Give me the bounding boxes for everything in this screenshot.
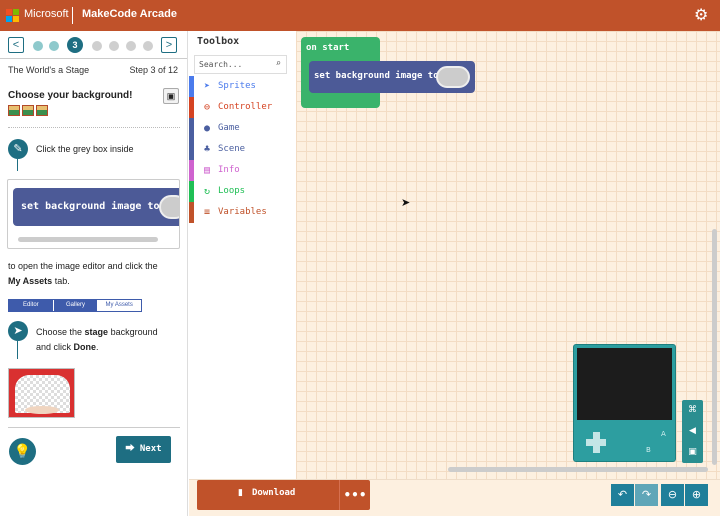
zoom-out-icon[interactable]: ⊖ [661,484,684,506]
workspace-horizontal-scrollbar[interactable] [448,467,708,472]
my-assets-tab: My Assets [97,300,142,311]
editor-tab: Editor [9,300,53,311]
image-picker-field[interactable] [436,66,470,88]
category-sprites[interactable]: ➤ Sprites [189,76,296,97]
image-icon [36,105,48,116]
instruction-text: to open the image editor and click the [8,261,158,271]
divider [0,58,187,59]
category-scene[interactable]: ♣ Scene [189,139,296,160]
card-scrollbar[interactable] [18,237,158,242]
stage-background-thumbnail [8,368,75,418]
language-icon[interactable]: ▣ [163,88,179,104]
lightbulb-icon[interactable]: 💡 [9,438,36,465]
paintbrush-icon: ✎ [8,139,28,159]
category-game[interactable]: ● Game [189,118,296,139]
dpad-icon[interactable] [593,432,600,453]
category-controller[interactable]: ⊖ Controller [189,97,296,118]
mute-icon[interactable]: ◀ [682,421,703,442]
image-placeholder-oval [159,195,179,219]
screenshot-icon[interactable]: ▣ [682,442,703,463]
simulator-toolbar: ⌘ ◀ ▣ [682,400,703,463]
tutorial-name: The World's a Stage [8,65,90,75]
game-simulator[interactable]: A B [573,344,676,462]
circle-icon: ● [203,123,211,134]
more-options-button[interactable]: ••• [339,480,370,510]
step-connector [17,341,18,359]
code-snippet-card: set background image to [7,179,180,249]
fullscreen-icon[interactable]: ⌘ [682,400,703,421]
instruction-text: My Assets tab. [8,276,70,286]
top-bar: Microsoft MakeCode Arcade ⚙ [0,0,720,31]
instruction-text: and click Done. [36,342,99,352]
next-step-nav-button[interactable]: > [161,37,177,53]
list-icon: ≡ [203,207,211,218]
set-background-label: set background image to [314,71,439,81]
tutorial-panel: < 3 > The World's a Stage Step 3 of 12 C… [0,31,188,516]
undo-icon[interactable]: ↶ [611,484,634,506]
toolbox: Toolbox Search... ⌕ ➤ Sprites ⊖ Controll… [189,31,296,479]
header-divider [72,7,73,24]
gear-icon[interactable]: ⚙ [694,6,708,24]
divider [8,127,180,128]
next-button[interactable]: ⮕ Next [116,436,171,463]
simulator-screen[interactable] [577,348,672,420]
image-icon [8,105,20,116]
category-variables[interactable]: ≡ Variables [189,202,296,223]
toolbox-title: Toolbox [197,36,240,47]
microsoft-logo-icon [6,9,19,22]
file-download-icon: ▮ [238,488,243,498]
gallery-tab: Gallery [52,300,98,311]
image-icons [8,105,48,116]
toolbox-search-input[interactable]: Search... ⌕ [194,55,287,74]
gamepad-icon: ⊖ [203,102,211,113]
download-label: Download [252,488,296,498]
step-connector [17,159,18,171]
category-loops[interactable]: ↻ Loops [189,181,296,202]
step-dot[interactable] [143,41,153,51]
step-dot-current[interactable]: 3 [67,37,83,53]
step-dot[interactable] [49,41,59,51]
instruction-text: Choose the stage background [36,327,158,337]
b-button[interactable]: B [646,446,651,454]
microsoft-brand: Microsoft [24,8,69,20]
step-dot[interactable] [126,41,136,51]
instruction-text: Click the grey box inside [36,144,134,154]
set-background-block: set background image to [13,188,179,226]
step-dot[interactable] [33,41,43,51]
paper-plane-icon: ➤ [203,81,211,92]
set-background-image-block[interactable]: set background image to [309,61,475,93]
workspace-vertical-scrollbar[interactable] [712,229,717,465]
download-button[interactable]: ▮ Download ••• [197,480,370,510]
refresh-icon: ↻ [203,186,211,197]
step-dot[interactable] [109,41,119,51]
block-label: set background image to [21,201,160,212]
previous-step-button[interactable]: < [8,37,24,53]
step-dot[interactable] [92,41,102,51]
mouse-pointer-icon: ➤ [401,196,411,209]
id-card-icon: ▤ [203,165,211,176]
cursor-icon: ➤ [8,321,28,341]
step-heading: Choose your background! [8,90,133,101]
editor-tabs-image: Editor Gallery My Assets [8,299,142,312]
redo-icon[interactable]: ↷ [635,484,658,506]
a-button[interactable]: A [661,430,666,438]
step-counter: Step 3 of 12 [129,65,178,75]
search-icon: ⌕ [275,59,281,69]
image-icon [22,105,34,116]
app-title[interactable]: MakeCode Arcade [82,8,177,20]
zoom-in-icon[interactable]: ⊕ [685,484,708,506]
category-info[interactable]: ▤ Info [189,160,296,181]
tree-icon: ♣ [203,144,211,155]
divider [8,427,180,428]
on-start-label: on start [306,43,350,53]
